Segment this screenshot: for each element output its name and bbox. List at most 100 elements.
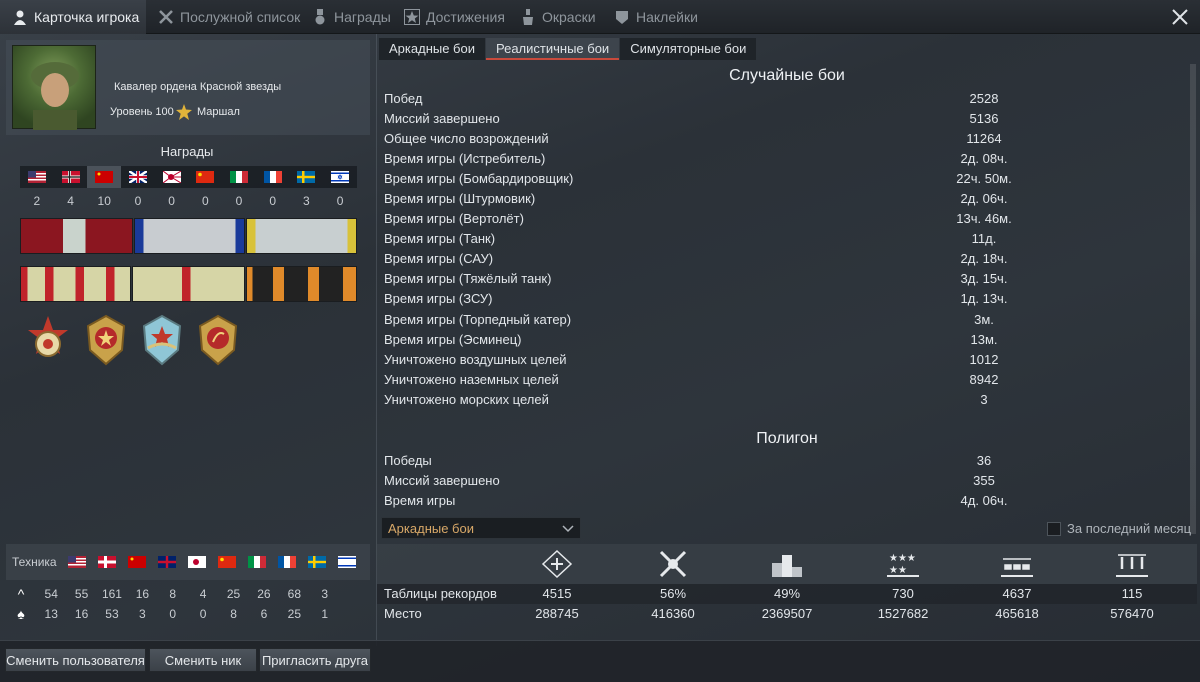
stat-label: Время игры (Тяжёлый танк)	[384, 271, 552, 286]
award-ribbon[interactable]	[132, 266, 245, 302]
tab-service-record[interactable]: Послужной список	[154, 0, 300, 34]
stat-row: Время игры (Торпедный катер) 3м.	[384, 312, 1004, 332]
flag-tab-china[interactable]	[188, 166, 222, 188]
mode-tabs: Аркадные бои Реалистичные бои Симуляторн…	[379, 38, 757, 60]
stat-label: Время игры (Штурмовик)	[384, 191, 536, 206]
crossed-planes-icon	[541, 549, 573, 579]
usa-flag-icon	[68, 556, 86, 568]
stat-row: Победы 36	[384, 453, 1004, 473]
pilot-badge-icon[interactable]	[140, 314, 184, 366]
award-ribbon[interactable]	[246, 266, 357, 302]
tech-count: 25	[287, 607, 301, 621]
stat-value: 36	[976, 453, 992, 468]
leaderboard-mode-dropdown[interactable]: Аркадные бои	[381, 517, 581, 539]
leaderboard-cell: 465618	[995, 606, 1039, 621]
france-flag-icon	[263, 171, 282, 183]
avatar[interactable]	[12, 45, 96, 130]
tab-arcade[interactable]: Аркадные бои	[379, 38, 485, 60]
flag-tab-sweden[interactable]	[290, 166, 324, 188]
tanks-row-icon	[1001, 558, 1033, 577]
stat-label: Победы	[384, 453, 432, 468]
leaderboard-row-place: Место 288745 416360 2369507 1527682 4656…	[377, 604, 1197, 624]
left-panel: Кавалер ордена Красной звезды Уровень 10…	[0, 34, 374, 646]
stat-row: Время игры (Истребитель) 2д. 08ч.	[384, 151, 1007, 171]
badge-medal-icon[interactable]	[84, 314, 128, 366]
leaderboard-cell: 4515	[542, 586, 572, 601]
stat-row: Время игры (Штурмовик) 2д. 06ч.	[384, 191, 1007, 211]
invite-friend-button[interactable]: Пригласить друга	[259, 648, 371, 672]
tab-decals[interactable]: Наклейки	[610, 0, 698, 34]
stat-value: 3	[980, 392, 988, 407]
checkbox-box[interactable]	[1047, 521, 1061, 536]
award-count: 0	[269, 194, 276, 208]
award-ribbon[interactable]	[20, 218, 133, 254]
ussr-flag-icon	[95, 171, 114, 183]
tech-count: 13	[44, 607, 58, 621]
tab-achievements[interactable]: Достижения	[400, 0, 505, 34]
checkbox-label: За последний месяц	[1067, 521, 1192, 536]
stat-value: 3м.	[974, 312, 994, 327]
leaderboard-cell: 288745	[535, 606, 579, 621]
tech-count: 3	[321, 587, 329, 601]
flag-tab-france[interactable]	[256, 166, 290, 188]
award-ribbon[interactable]	[134, 218, 245, 254]
tab-simulator[interactable]: Симуляторные бои	[620, 38, 757, 60]
leaderboard-cell: 2369507	[761, 606, 813, 621]
israel-flag-icon	[338, 556, 356, 568]
award-ribbon[interactable]	[20, 266, 131, 302]
flag-tab-italy[interactable]	[222, 166, 256, 188]
stat-value: 2д. 08ч.	[960, 151, 1008, 166]
stats-panel: Аркадные бои Реалистичные бои Симуляторн…	[376, 34, 1197, 646]
technique-flags	[66, 556, 366, 568]
stat-label: Уничтожено воздушных целей	[384, 352, 567, 367]
scrollbar[interactable]	[1190, 64, 1196, 534]
tech-count: 16	[74, 607, 89, 621]
flag-tab-israel[interactable]	[323, 166, 357, 188]
decal-icon	[616, 11, 628, 24]
flag-tab-germany[interactable]	[54, 166, 88, 188]
bombs-icon	[1116, 554, 1148, 577]
player-level: Уровень 100	[110, 106, 174, 118]
change-nick-button[interactable]: Сменить ник	[149, 648, 257, 672]
israel-flag-icon	[331, 171, 350, 183]
flag-tab-japan[interactable]	[155, 166, 189, 188]
sickle-badge-icon[interactable]	[196, 314, 240, 366]
change-user-button[interactable]: Сменить пользователя	[5, 648, 146, 672]
last-month-checkbox[interactable]: За последний месяц	[1047, 521, 1191, 536]
tech-count: 0	[199, 607, 207, 621]
stat-label: Время игры (ЗСУ)	[384, 291, 493, 306]
italy-flag-icon	[229, 171, 248, 183]
tab-awards[interactable]: Награды	[308, 0, 391, 34]
germany-flag-icon	[61, 171, 80, 183]
technique-row-researched: ^ 54 55 161 16 8 4 25 26 68 3	[6, 584, 370, 604]
award-count: 0	[201, 194, 209, 208]
award-medal-icon	[315, 9, 325, 25]
award-ribbon[interactable]	[246, 218, 357, 254]
award-counts-row: 2 4 10 0 0 0 0 0 3 0	[20, 194, 357, 208]
flag-tab-usa[interactable]	[20, 166, 54, 188]
row-label: Таблицы рекордов	[384, 586, 497, 601]
tab-player-card[interactable]: Карточка игрока	[0, 0, 146, 34]
star-medal-icon[interactable]	[26, 314, 70, 366]
stat-row: Время игры (Эсминец) 13м.	[384, 332, 1004, 352]
stat-value: 11д.	[971, 231, 997, 246]
close-icon[interactable]	[1170, 7, 1190, 27]
stat-label: Уничтожено наземных целей	[384, 372, 559, 387]
stat-label: Время игры	[384, 493, 456, 508]
japan-flag-icon	[162, 171, 181, 183]
chevron-down-icon	[562, 525, 574, 533]
stat-row: Уничтожено наземных целей 8942	[384, 372, 1004, 392]
usa-flag-icon	[27, 171, 46, 183]
flag-tab-ussr[interactable]	[87, 166, 122, 188]
award-count: 0	[336, 194, 344, 208]
random-battles-title: Случайные бои	[729, 67, 845, 84]
tech-count: 54	[44, 587, 58, 601]
stat-row: Общее число возрождений 11264	[384, 131, 1004, 151]
technique-label: Техника	[12, 555, 57, 569]
player-rank: Маршал	[197, 106, 240, 118]
tab-realistic[interactable]: Реалистичные бои	[486, 38, 620, 60]
dropdown-value: Аркадные бои	[388, 521, 474, 536]
stat-row: Время игры (Тяжёлый танк) 3д. 15ч.	[384, 271, 1007, 291]
flag-tab-britain[interactable]	[121, 166, 155, 188]
tab-skins[interactable]: Окраски	[516, 0, 596, 34]
